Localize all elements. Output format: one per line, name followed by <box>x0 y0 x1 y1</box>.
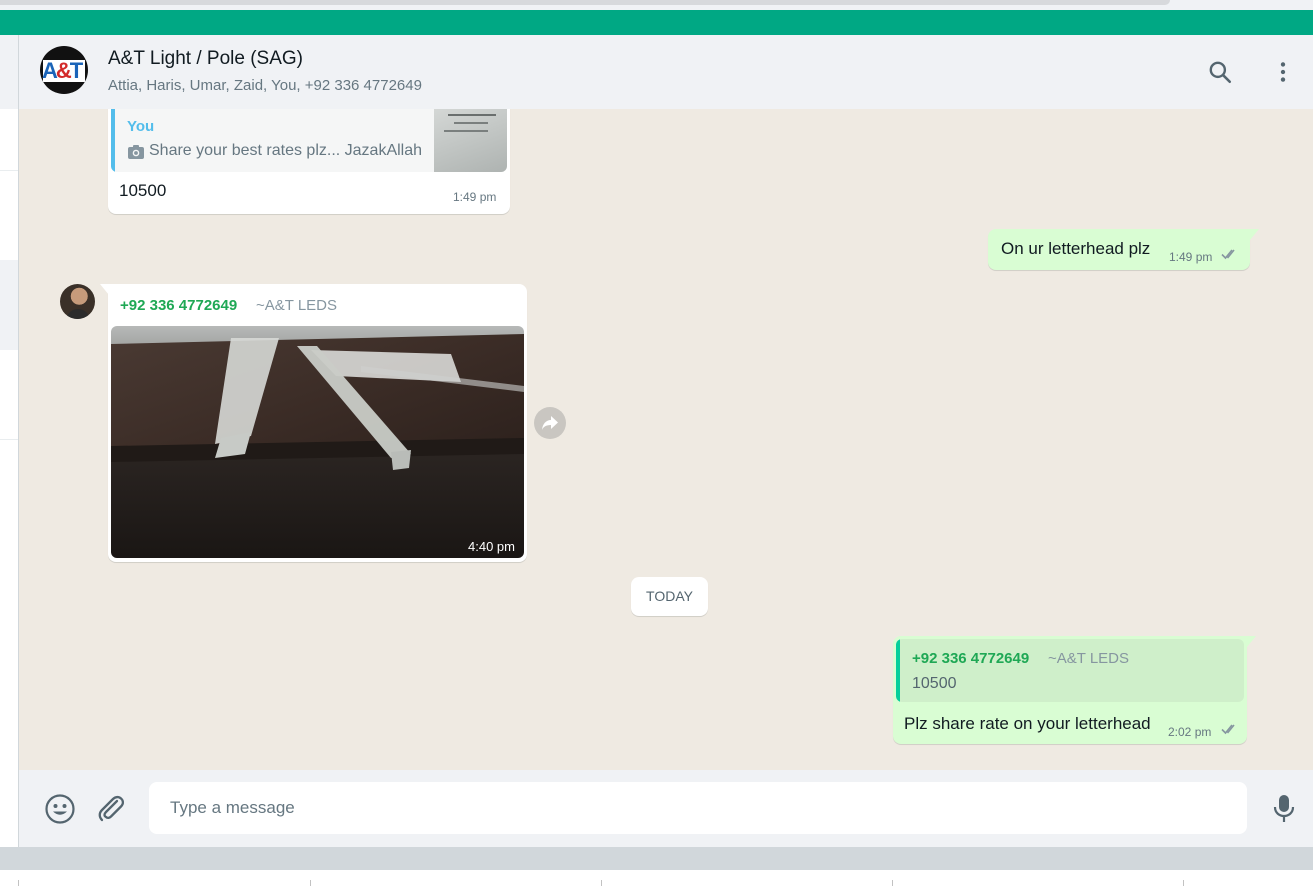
forward-icon <box>542 416 558 430</box>
quote-sender-name: ~A&T LEDS <box>1048 650 1130 667</box>
emoji-icon[interactable] <box>44 793 76 825</box>
chat-list-header <box>0 35 18 109</box>
taskbar-divider <box>1183 880 1184 886</box>
menu-dots-icon[interactable] <box>1270 59 1296 85</box>
quote-bar <box>896 639 900 702</box>
bubble-tail <box>100 284 109 295</box>
quote-thumbnail <box>434 109 507 172</box>
logo-mark: A&T <box>42 58 83 83</box>
browser-top-strip <box>0 0 1313 10</box>
message-time: 2:02 pm <box>1168 725 1212 739</box>
message-input[interactable]: Type a message <box>149 782 1247 834</box>
message-bubble-outgoing[interactable]: On ur letterhead plz 1:49 pm <box>988 229 1259 270</box>
group-title[interactable]: A&T Light / Pole (SAG) <box>108 48 303 70</box>
photo-image <box>111 326 524 558</box>
quote-text: 10500 <box>912 675 957 692</box>
sender-number[interactable]: +92 336 4772649 <box>120 297 237 314</box>
search-icon[interactable] <box>1207 59 1233 85</box>
message-time: 1:49 pm <box>453 190 497 204</box>
attach-icon[interactable] <box>96 794 126 824</box>
app-top-band <box>0 10 1313 35</box>
message-bubble-incoming[interactable]: You Share your best rates plz... JazakAl… <box>108 109 510 214</box>
chat-area[interactable]: You Share your best rates plz... JazakAl… <box>19 109 1313 770</box>
message-time: 4:40 pm <box>468 539 515 554</box>
message-bubble-outgoing[interactable]: +92 336 4772649 ~A&T LEDS 10500 Plz shar… <box>893 636 1256 744</box>
double-check-icon <box>1221 249 1235 260</box>
bubble-tail <box>1250 229 1259 240</box>
bubble-tail <box>1247 636 1256 647</box>
group-members[interactable]: Attia, Haris, Umar, Zaid, You, +92 336 4… <box>108 77 422 94</box>
sender-avatar[interactable] <box>60 284 95 319</box>
horizontal-scrollbar[interactable] <box>0 0 1170 5</box>
taskbar-divider <box>892 880 893 886</box>
quote-author: +92 336 4772649 <box>912 650 1030 667</box>
mic-icon[interactable] <box>1272 794 1296 824</box>
message-composer: Type a message <box>19 770 1313 847</box>
message-text: 10500 <box>119 181 167 200</box>
window-bottom-bar <box>0 847 1313 870</box>
taskbar-divider <box>601 880 602 886</box>
chat-list-divider <box>0 439 18 440</box>
chat-list-item-selected[interactable] <box>0 260 18 350</box>
chat-header[interactable]: A&T A&T Light / Pole (SAG) Attia, Haris,… <box>19 35 1313 109</box>
photo-attachment[interactable]: 4:40 pm <box>111 326 524 558</box>
quote-text: Share your best rates plz... JazakAllah <box>149 142 423 159</box>
taskbar-divider <box>18 880 19 886</box>
taskbar-strip <box>0 870 1313 886</box>
date-divider: TODAY <box>631 577 708 616</box>
message-text: On ur letterhead plz <box>1001 239 1151 258</box>
quoted-message[interactable]: +92 336 4772649 ~A&T LEDS 10500 <box>896 639 1244 702</box>
chat-list-divider <box>0 170 18 171</box>
group-avatar[interactable]: A&T <box>40 46 88 94</box>
message-time: 1:49 pm <box>1169 250 1213 264</box>
quote-author: You <box>127 118 155 135</box>
sender-name: ~A&T LEDS <box>256 297 338 314</box>
taskbar-divider <box>310 880 311 886</box>
chat-list-pane <box>0 35 19 847</box>
camera-icon <box>128 145 144 159</box>
quote-bar <box>111 109 115 172</box>
double-check-icon <box>1221 724 1235 735</box>
message-bubble-incoming-photo[interactable]: +92 336 4772649 ~A&T LEDS 4:40 pm <box>100 284 527 562</box>
quoted-message[interactable]: You Share your best rates plz... JazakAl… <box>111 109 507 172</box>
forward-button[interactable] <box>534 407 566 439</box>
message-text: Plz share rate on your letterhead <box>904 714 1151 733</box>
